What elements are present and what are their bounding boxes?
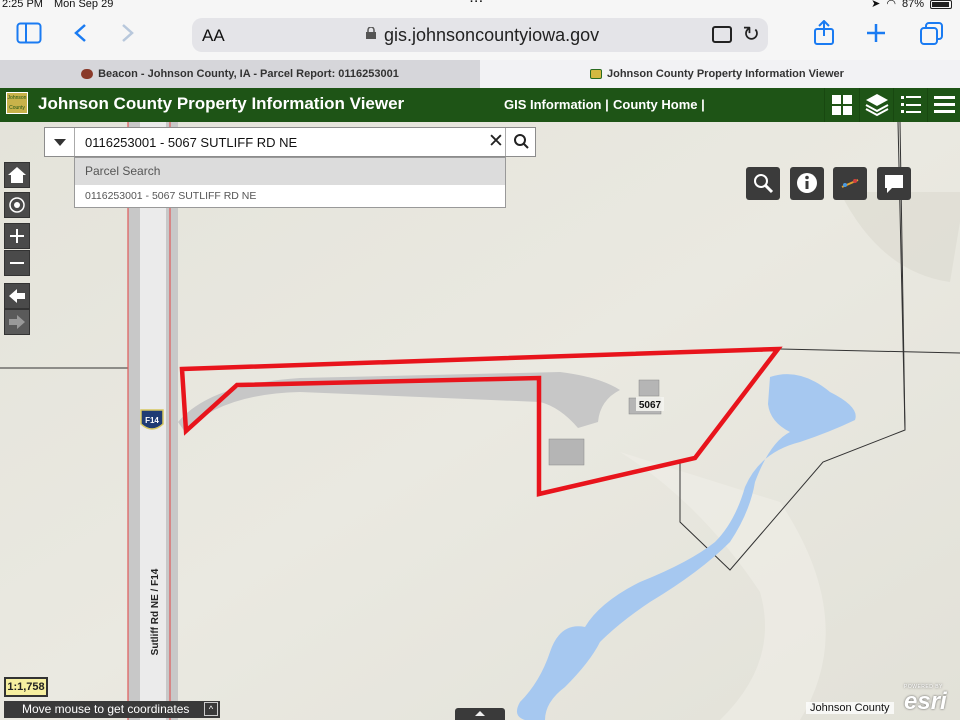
url-text: gis.johnsoncountyiowa.gov: [384, 25, 600, 45]
coordinates-bar: Move mouse to get coordinates ^: [4, 701, 220, 718]
new-tab-icon[interactable]: [866, 23, 886, 43]
multitasking-dots[interactable]: ···: [470, 0, 484, 8]
bottom-panel-toggle[interactable]: [455, 708, 505, 720]
minus-icon: [10, 262, 24, 264]
county-home-link[interactable]: County Home |: [613, 97, 705, 112]
clear-search-icon[interactable]: ✕: [485, 130, 507, 153]
building-shed: [548, 438, 585, 466]
tab-strip: Beacon - Johnson County, IA - Parcel Rep…: [0, 60, 960, 88]
info-icon: [797, 173, 817, 193]
next-extent-button[interactable]: [4, 309, 30, 335]
tab-label: Johnson County Property Information View…: [607, 68, 844, 80]
battery-percent: 87%: [901, 0, 924, 10]
reload-icon[interactable]: ↻: [742, 22, 760, 47]
building-house: [638, 379, 660, 397]
search-suggestions: Parcel Search 0116253001 - 5067 SUTLIFF …: [74, 157, 506, 208]
legend-icon: [901, 96, 921, 113]
battery-icon: [930, 0, 952, 9]
search-source-dropdown[interactable]: [45, 128, 75, 156]
app-title: Johnson County Property Information View…: [38, 94, 405, 113]
tab-label: Beacon - Johnson County, IA - Parcel Rep…: [98, 68, 399, 80]
locate-icon: [9, 197, 25, 213]
lock-icon: [366, 27, 376, 39]
suggestion-group-header: Parcel Search: [75, 158, 505, 185]
arrow-left-icon: [9, 289, 25, 303]
reader-icon[interactable]: [712, 26, 732, 43]
sidebar-icon[interactable]: [16, 22, 42, 44]
beacon-favicon-icon: [81, 69, 94, 80]
measure-icon: [841, 179, 859, 188]
esri-brand-text: esri: [904, 688, 947, 715]
zoom-out-button[interactable]: [4, 250, 30, 276]
shield-label: F14: [145, 416, 159, 425]
browser-toolbar: AA gis.johnsoncountyiowa.gov ↻: [0, 10, 960, 60]
map-attribution: Johnson County: [806, 702, 894, 714]
road-shield-icon: F14: [140, 409, 164, 430]
county-logo[interactable]: Johnson County: [6, 92, 28, 114]
county-favicon-icon: [590, 69, 602, 80]
wifi-icon: ◠: [886, 0, 896, 10]
suggestion-item[interactable]: 0116253001 - 5067 SUTLIFF RD NE: [75, 185, 505, 208]
info-button[interactable]: [790, 167, 824, 200]
map-canvas[interactable]: F14 Sutliff Rd NE / F14 5067: [0, 122, 960, 720]
home-icon: [8, 167, 26, 183]
status-date: Mon Sep 29: [54, 0, 114, 10]
layers-icon: [865, 94, 889, 117]
tab-parcel-report[interactable]: Beacon - Johnson County, IA - Parcel Rep…: [0, 60, 480, 88]
gis-information-link[interactable]: GIS Information |: [504, 97, 609, 112]
scale-readout: 1:1,758: [4, 677, 48, 697]
menu-button[interactable]: [927, 88, 960, 122]
tab-property-viewer[interactable]: Johnson County Property Information View…: [480, 60, 960, 88]
basemap-gallery-button[interactable]: [824, 88, 858, 122]
search-box: ✕: [44, 127, 536, 157]
esri-logo[interactable]: POWERED BY esri: [904, 684, 947, 714]
status-time: 2:25 PM: [2, 0, 43, 10]
previous-extent-button[interactable]: [4, 283, 30, 309]
measure-button[interactable]: [833, 167, 867, 200]
zoom-search-icon: [754, 174, 774, 194]
layers-button[interactable]: [859, 88, 893, 122]
caret-up-icon[interactable]: ^: [204, 702, 218, 716]
address-label: 5067: [639, 400, 662, 411]
home-button[interactable]: [4, 162, 30, 188]
feedback-button[interactable]: [877, 167, 911, 200]
map-view[interactable]: F14 Sutliff Rd NE / F14 5067: [0, 122, 960, 720]
back-icon[interactable]: [73, 23, 87, 43]
locate-button[interactable]: [4, 192, 30, 218]
search-icon: [514, 134, 529, 149]
app-header: Johnson County Johnson County Property I…: [0, 88, 960, 122]
zoom-in-button[interactable]: [4, 223, 30, 249]
search-button[interactable]: [505, 128, 535, 156]
location-icon: ➤: [871, 0, 881, 10]
text-size-button[interactable]: AA: [202, 26, 225, 46]
comment-icon: [885, 175, 903, 193]
forward-icon[interactable]: [121, 23, 135, 43]
address-bar[interactable]: AA gis.johnsoncountyiowa.gov ↻: [192, 18, 768, 52]
grid-icon: [832, 95, 852, 115]
tabs-overview-icon[interactable]: [920, 22, 944, 46]
identify-search-button[interactable]: [746, 167, 780, 200]
road-label: Sutliff Rd NE / F14: [150, 568, 161, 655]
arrow-right-icon: [9, 315, 25, 329]
status-bar: 2:25 PM Mon Sep 29 ··· ➤ ◠ 87%: [0, 0, 960, 10]
plus-icon: [10, 229, 24, 243]
coordinates-text: Move mouse to get coordinates: [22, 702, 190, 716]
hamburger-icon: [934, 96, 955, 113]
share-icon[interactable]: [813, 20, 835, 46]
search-input[interactable]: [85, 132, 485, 152]
legend-button[interactable]: [893, 88, 927, 122]
